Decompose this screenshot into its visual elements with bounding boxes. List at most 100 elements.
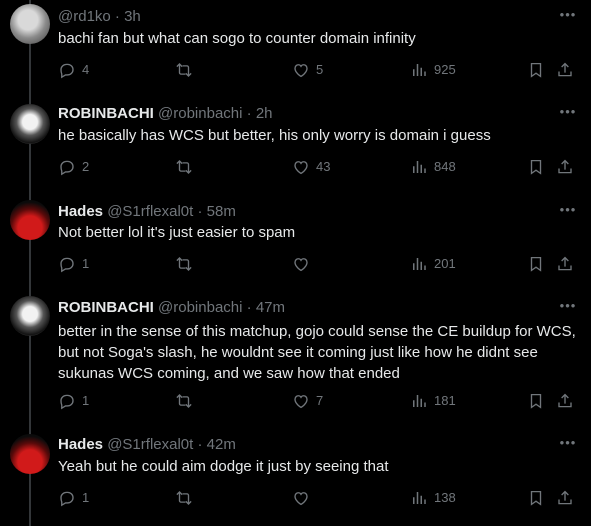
avatar[interactable] xyxy=(10,434,50,474)
tweet[interactable]: Hades @S1rflexal0t · 58m ••• Not better … xyxy=(0,194,591,289)
like-icon xyxy=(294,64,308,78)
share-icon xyxy=(558,490,572,505)
reply-button[interactable]: 1 xyxy=(58,255,89,273)
share-button[interactable] xyxy=(556,61,574,79)
views-icon xyxy=(413,161,426,173)
more-icon[interactable]: ••• xyxy=(558,299,578,317)
views-button[interactable]: 201 xyxy=(410,255,456,273)
view-count: 201 xyxy=(434,256,456,271)
tweet[interactable]: ROBINBACHI @robinbachi · 47m ••• better … xyxy=(0,290,591,428)
avatar[interactable] xyxy=(10,4,50,44)
share-button[interactable] xyxy=(556,255,574,273)
like-count: 43 xyxy=(316,159,331,174)
retweet-button[interactable] xyxy=(175,392,193,410)
display-name[interactable]: ROBINBACHI xyxy=(58,105,154,122)
retweet-icon xyxy=(176,63,192,77)
reply-button[interactable]: 1 xyxy=(58,489,89,507)
tweet-header: @rd1ko · 3h xyxy=(58,8,141,26)
like-button[interactable]: 7 xyxy=(292,392,323,410)
reply-button[interactable]: 1 xyxy=(58,392,89,410)
bookmark-button[interactable] xyxy=(527,158,545,176)
bookmark-button[interactable] xyxy=(527,61,545,79)
view-count: 181 xyxy=(434,393,456,408)
share-button[interactable] xyxy=(556,158,574,176)
tweet-header: ROBINBACHI @robinbachi · 2h xyxy=(58,105,273,123)
timestamp[interactable]: 3h xyxy=(124,8,141,25)
more-icon[interactable]: ••• xyxy=(558,436,578,454)
like-button[interactable]: 43 xyxy=(292,158,330,176)
like-button[interactable] xyxy=(292,489,316,507)
reply-count: 1 xyxy=(82,256,90,271)
timestamp[interactable]: 47m xyxy=(256,299,285,316)
retweet-icon xyxy=(176,394,192,408)
retweet-icon xyxy=(176,257,192,271)
retweet-icon xyxy=(176,491,192,505)
separator: · xyxy=(193,203,207,220)
tweet-header: Hades @S1rflexal0t · 58m xyxy=(58,203,236,221)
tweet[interactable]: ROBINBACHI @robinbachi · 2h ••• he basic… xyxy=(0,97,591,193)
bookmark-icon xyxy=(530,62,542,78)
handle[interactable]: @robinbachi xyxy=(158,105,242,122)
handle[interactable]: @rd1ko xyxy=(58,8,111,25)
more-icon[interactable]: ••• xyxy=(558,105,578,123)
avatar[interactable] xyxy=(10,104,50,144)
share-button[interactable] xyxy=(556,392,574,410)
views-icon xyxy=(413,258,426,270)
handle[interactable]: @S1rflexal0t xyxy=(107,203,193,220)
share-button[interactable] xyxy=(556,489,574,507)
tweet-actions: 1 138 xyxy=(0,489,591,509)
handle[interactable]: @S1rflexal0t xyxy=(107,436,193,453)
avatar[interactable] xyxy=(10,296,50,336)
display-name[interactable]: ROBINBACHI xyxy=(58,299,154,316)
like-button[interactable] xyxy=(292,255,316,273)
share-icon xyxy=(558,393,572,408)
avatar[interactable] xyxy=(10,200,50,240)
reply-button[interactable]: 4 xyxy=(58,61,89,79)
bookmark-icon xyxy=(530,256,542,272)
views-icon xyxy=(413,64,426,76)
bookmark-icon xyxy=(530,490,542,506)
like-icon xyxy=(294,395,308,409)
handle[interactable]: @robinbachi xyxy=(158,299,242,316)
separator: · xyxy=(242,299,256,316)
retweet-button[interactable] xyxy=(175,61,193,79)
display-name[interactable]: Hades xyxy=(58,203,103,220)
bookmark-button[interactable] xyxy=(527,255,545,273)
display-name[interactable]: Hades xyxy=(58,436,103,453)
retweet-button[interactable] xyxy=(175,255,193,273)
share-icon xyxy=(558,159,572,174)
bookmark-icon xyxy=(530,393,542,409)
reply-button[interactable]: 2 xyxy=(58,158,89,176)
like-count: 5 xyxy=(316,62,324,77)
like-icon xyxy=(294,161,308,175)
bookmark-button[interactable] xyxy=(527,489,545,507)
retweet-icon xyxy=(176,160,192,174)
views-icon xyxy=(413,492,426,504)
tweet-actions: 4 5 925 xyxy=(0,61,591,81)
timestamp[interactable]: 42m xyxy=(207,436,236,453)
view-count: 925 xyxy=(434,62,456,77)
retweet-button[interactable] xyxy=(175,158,193,176)
tweet[interactable]: Hades @S1rflexal0t · 42m ••• Yeah but he… xyxy=(0,428,591,526)
more-icon[interactable]: ••• xyxy=(558,203,578,221)
views-button[interactable]: 848 xyxy=(410,158,456,176)
reply-icon xyxy=(60,257,74,273)
tweet-text: he basically has WCS but better, his onl… xyxy=(58,127,491,144)
views-button[interactable]: 925 xyxy=(410,61,456,79)
timestamp[interactable]: 58m xyxy=(207,203,236,220)
tweet[interactable]: @rd1ko · 3h ••• bachi fan but what can s… xyxy=(0,0,591,95)
like-button[interactable]: 5 xyxy=(292,61,323,79)
more-icon[interactable]: ••• xyxy=(558,8,578,26)
views-button[interactable]: 138 xyxy=(410,489,456,507)
share-icon xyxy=(558,256,572,271)
retweet-button[interactable] xyxy=(175,489,193,507)
tweet-text: Yeah but he could aim dodge it just by s… xyxy=(58,458,389,475)
tweet-actions: 1 201 xyxy=(0,255,591,275)
timestamp[interactable]: 2h xyxy=(256,105,273,122)
views-button[interactable]: 181 xyxy=(410,392,456,410)
like-count: 7 xyxy=(316,393,324,408)
reply-icon xyxy=(60,394,74,410)
tweet-header: ROBINBACHI @robinbachi · 47m xyxy=(58,299,285,317)
bookmark-button[interactable] xyxy=(527,392,545,410)
view-count: 848 xyxy=(434,159,456,174)
